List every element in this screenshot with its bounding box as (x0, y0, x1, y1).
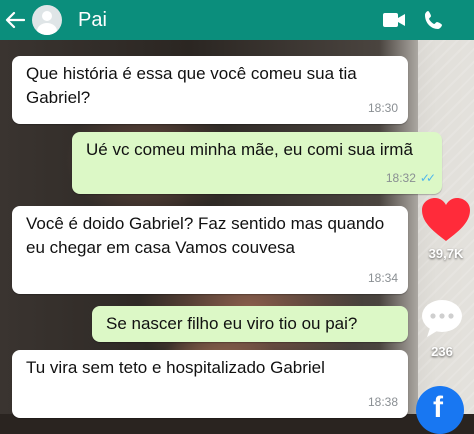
message-bubble-outgoing[interactable]: Ué vc comeu minha mãe, eu comi sua irmã … (72, 132, 442, 194)
message-meta: 18:30 (368, 96, 398, 120)
more-options-icon[interactable] (454, 0, 474, 40)
message-meta: 18:34 (368, 266, 398, 290)
heart-icon[interactable] (420, 196, 472, 244)
message-text: Ué vc comeu minha mãe, eu comi sua irmã (86, 140, 413, 159)
avatar-head-shape (42, 11, 52, 21)
message-text: Tu vira sem teto e hospitalizado Gabriel (26, 358, 325, 377)
message-bubble-incoming[interactable]: Você é doido Gabriel? Faz sentido mas qu… (12, 206, 408, 294)
message-meta: 18:38 (368, 390, 398, 414)
message-time: 18:32 (385, 171, 416, 185)
message-text: Que história é essa que você comeu sua t… (26, 64, 357, 107)
video-call-icon[interactable] (374, 0, 414, 40)
chat-header: Pai (0, 0, 474, 40)
comment-count: 236 (431, 344, 453, 359)
read-ticks-icon: ✓✓ (419, 171, 436, 185)
message-bubble-incoming[interactable]: Tu vira sem teto e hospitalizado Gabriel… (12, 350, 408, 418)
message-time: 18:30 (367, 101, 398, 115)
facebook-f-glyph: f (433, 391, 443, 424)
message-time: 18:38 (367, 395, 398, 409)
message-bubble-outgoing[interactable]: Se nascer filho eu viro tio ou pai? (92, 306, 408, 342)
message-meta: 18:32 ✓✓ (385, 166, 436, 190)
like-count: 39,7K (428, 246, 464, 261)
facebook-icon[interactable]: f (416, 386, 464, 434)
message-bubble-incoming[interactable]: Que história é essa que você comeu sua t… (12, 56, 408, 124)
avatar[interactable] (32, 5, 62, 35)
message-text: Se nascer filho eu viro tio ou pai? (106, 314, 358, 333)
avatar-shoulders-shape (37, 23, 57, 35)
message-text: Você é doido Gabriel? Faz sentido mas qu… (26, 214, 385, 257)
back-arrow-icon[interactable] (4, 0, 26, 40)
contact-name[interactable]: Pai (78, 9, 374, 32)
comment-dots-icon[interactable] (420, 298, 464, 338)
message-time: 18:34 (367, 271, 398, 285)
phone-icon[interactable] (414, 0, 454, 40)
